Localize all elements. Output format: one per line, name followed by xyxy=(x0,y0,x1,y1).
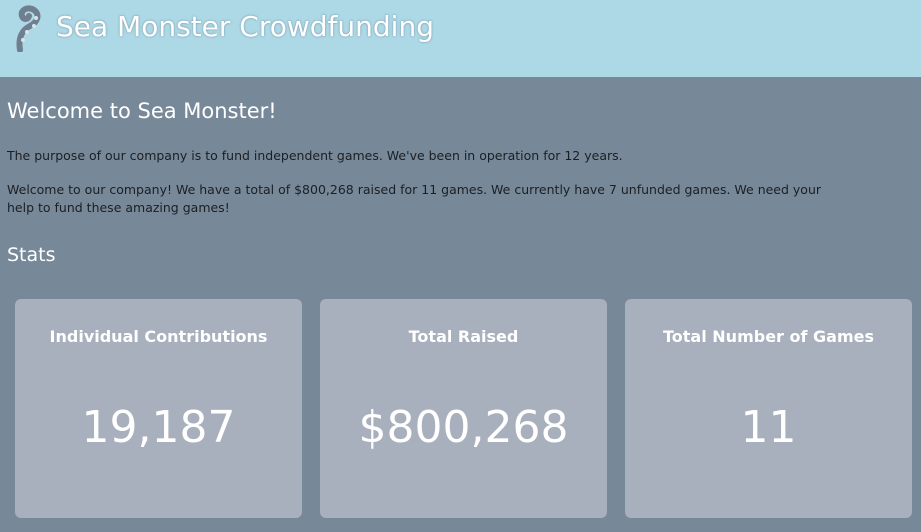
welcome-heading: Welcome to Sea Monster! xyxy=(7,99,277,123)
stat-value: 11 xyxy=(740,402,797,453)
stat-value: $800,268 xyxy=(358,402,569,453)
stat-label: Total Raised xyxy=(408,327,519,346)
stat-value: 19,187 xyxy=(81,402,236,453)
summary-text: Welcome to our company! We have a total … xyxy=(7,182,822,215)
site-title: Sea Monster Crowdfunding xyxy=(56,10,434,43)
stat-label: Total Number of Games xyxy=(663,327,874,346)
stat-card-total-raised: Total Raised $800,268 xyxy=(320,299,607,518)
site-header: Sea Monster Crowdfunding xyxy=(0,0,921,77)
intro-text: The purpose of our company is to fund in… xyxy=(7,148,623,163)
stats-heading: Stats xyxy=(7,244,56,266)
stat-label: Individual Contributions xyxy=(49,327,268,346)
tentacle-icon xyxy=(16,5,41,52)
stat-card-total-number-of-games: Total Number of Games 11 xyxy=(625,299,912,518)
stat-card-individual-contributions: Individual Contributions 19,187 xyxy=(15,299,302,518)
